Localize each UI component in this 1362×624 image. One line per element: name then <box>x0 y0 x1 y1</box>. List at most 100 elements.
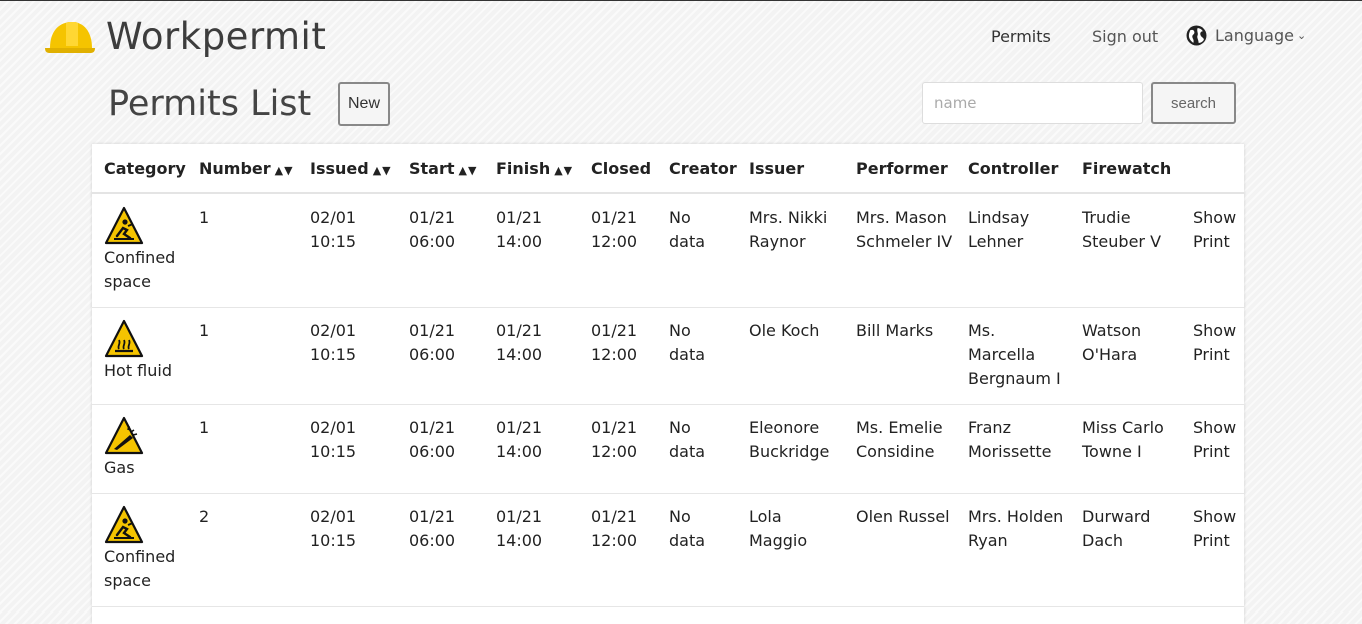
cell-creator-line: No <box>669 507 691 526</box>
cell-controller: Ms. Marcella Bergnaum I <box>968 319 1061 391</box>
nav-language-dropdown[interactable]: Language ⌄ <box>1186 25 1306 46</box>
table-row: Gas 1 02/01 10:15 01/21 06:00 01/21 14:00 01/21 1… <box>92 404 1244 494</box>
cell-creator-line: No <box>669 208 691 227</box>
cell-issued-line: 10:15 <box>310 442 357 461</box>
cell-finish-line: 01/21 <box>496 208 543 227</box>
cell-creator-line: No <box>669 321 691 340</box>
cell-issued-line: 02/01 <box>310 418 357 437</box>
cell-finish-line: 01/21 <box>496 507 543 526</box>
cell-closed-line: 12:00 <box>591 232 638 251</box>
cell-performer-line: Schmeler IV <box>856 232 953 251</box>
cell-start-line: 01/21 <box>409 321 456 340</box>
cell-actions: Show Print <box>1193 505 1236 553</box>
sort-icon[interactable]: ▲▼ <box>459 164 478 177</box>
cell-performer-line: Olen Russel <box>856 507 950 526</box>
cell-start: 01/21 06:00 <box>409 505 455 553</box>
brand[interactable]: Workpermit <box>44 17 326 57</box>
cell-start-line: 01/21 <box>409 418 456 437</box>
cell-issuer-line: Raynor <box>749 232 806 251</box>
cell-start-line: 06:00 <box>409 232 456 251</box>
header-number[interactable]: Number ▲▼ <box>199 159 294 178</box>
show-link[interactable]: Show <box>1193 505 1236 529</box>
header-closed: Closed <box>591 159 652 178</box>
cell-finish-line: 14:00 <box>496 232 543 251</box>
header-finish[interactable]: Finish ▲▼ <box>496 159 573 178</box>
cell-closed-line: 01/21 <box>591 208 638 227</box>
cell-controller-line: Marcella <box>968 345 1036 364</box>
top-navbar: Workpermit Permits Sign out Language ⌄ <box>0 1 1362 73</box>
cell-start-line: 06:00 <box>409 531 456 550</box>
nav-sign-out[interactable]: Sign out <box>1092 27 1158 46</box>
search-button[interactable]: search <box>1151 82 1236 124</box>
show-link[interactable]: Show <box>1193 319 1236 343</box>
print-link[interactable]: Print <box>1193 343 1236 367</box>
language-label: Language <box>1215 26 1294 45</box>
cell-firewatch-line: Dach <box>1082 531 1124 550</box>
print-link[interactable]: Print <box>1193 529 1236 553</box>
header-issued-label: Issued <box>310 159 369 178</box>
cell-performer-line: Mrs. Mason <box>856 208 947 227</box>
cell-creator-line: No <box>669 418 691 437</box>
cell-firewatch: Miss Carlo Towne I <box>1082 416 1164 464</box>
hard-hat-icon <box>45 22 95 53</box>
cell-closed: 01/21 12:00 <box>591 505 637 553</box>
cell-category: Confined space <box>104 206 175 294</box>
cell-controller: Lindsay Lehner <box>968 206 1029 254</box>
cell-finish-line: 14:00 <box>496 345 543 364</box>
cell-start-line: 01/21 <box>409 208 456 227</box>
cell-closed-line: 01/21 <box>591 418 638 437</box>
cell-number-line: 1 <box>199 418 210 437</box>
cell-finish: 01/21 14:00 <box>496 416 542 464</box>
cell-start-line: 01/21 <box>409 507 456 526</box>
header-start[interactable]: Start ▲▼ <box>409 159 477 178</box>
cell-category: Gas <box>104 416 144 480</box>
cell-controller-line: Morissette <box>968 442 1052 461</box>
cell-issuer: Ole Koch <box>749 319 819 343</box>
page-title: Permits List <box>108 84 312 124</box>
cell-closed-line: 12:00 <box>591 531 638 550</box>
cell-issuer: Lola Maggio <box>749 505 807 553</box>
print-link[interactable]: Print <box>1193 440 1236 464</box>
show-link[interactable]: Show <box>1193 416 1236 440</box>
cell-issued-line: 02/01 <box>310 321 357 340</box>
cell-issued-line: 10:15 <box>310 232 357 251</box>
header-issuer: Issuer <box>749 159 805 178</box>
cell-actions: Show Print <box>1193 206 1236 254</box>
cell-actions: Show Print <box>1193 416 1236 464</box>
cell-firewatch: Durward Dach <box>1082 505 1150 553</box>
cell-closed-line: 01/21 <box>591 507 638 526</box>
cell-category: Hot fluid <box>104 319 172 383</box>
cell-creator: No data <box>669 319 705 367</box>
header-start-label: Start <box>409 159 455 178</box>
cell-firewatch-line: Miss Carlo <box>1082 418 1164 437</box>
cell-issued-line: 02/01 <box>310 507 357 526</box>
search-input[interactable] <box>922 82 1143 124</box>
cell-controller-line: Bergnaum I <box>968 369 1061 388</box>
cell-issuer-line: Buckridge <box>749 442 830 461</box>
table-row: Confined space 2 02/01 10:15 01/21 06:00 01/21 1… <box>92 493 1244 607</box>
permits-table: Category Number ▲▼ Issued ▲▼ Start ▲▼ Finis… <box>92 144 1244 624</box>
cell-finish: 01/21 14:00 <box>496 505 542 553</box>
table-header: Category Number ▲▼ Issued ▲▼ Start ▲▼ Finis… <box>92 144 1244 194</box>
new-permit-button[interactable]: New <box>338 82 390 126</box>
cell-closed: 01/21 12:00 <box>591 206 637 254</box>
cell-number: 1 <box>199 319 209 343</box>
cell-creator: No data <box>669 206 705 254</box>
cell-finish: 01/21 14:00 <box>496 319 542 367</box>
cell-controller: Mrs. Holden Ryan <box>968 505 1063 553</box>
show-link[interactable]: Show <box>1193 206 1236 230</box>
cell-controller-line: Ms. <box>968 321 996 340</box>
sort-icon[interactable]: ▲▼ <box>554 164 573 177</box>
header-issued[interactable]: Issued ▲▼ <box>310 159 392 178</box>
print-link[interactable]: Print <box>1193 230 1236 254</box>
cell-closed: 01/21 12:00 <box>591 319 637 367</box>
cell-closed-line: 01/21 <box>591 321 638 340</box>
confined-space-icon <box>104 206 144 245</box>
cell-category-line: Confined <box>104 547 176 566</box>
cell-closed-line: 12:00 <box>591 345 638 364</box>
sort-icon[interactable]: ▲▼ <box>275 164 294 177</box>
cell-number: 1 <box>199 416 209 440</box>
cell-issuer: Eleonore Buckridge <box>749 416 829 464</box>
sort-icon[interactable]: ▲▼ <box>373 164 392 177</box>
nav-permits[interactable]: Permits <box>991 27 1051 46</box>
